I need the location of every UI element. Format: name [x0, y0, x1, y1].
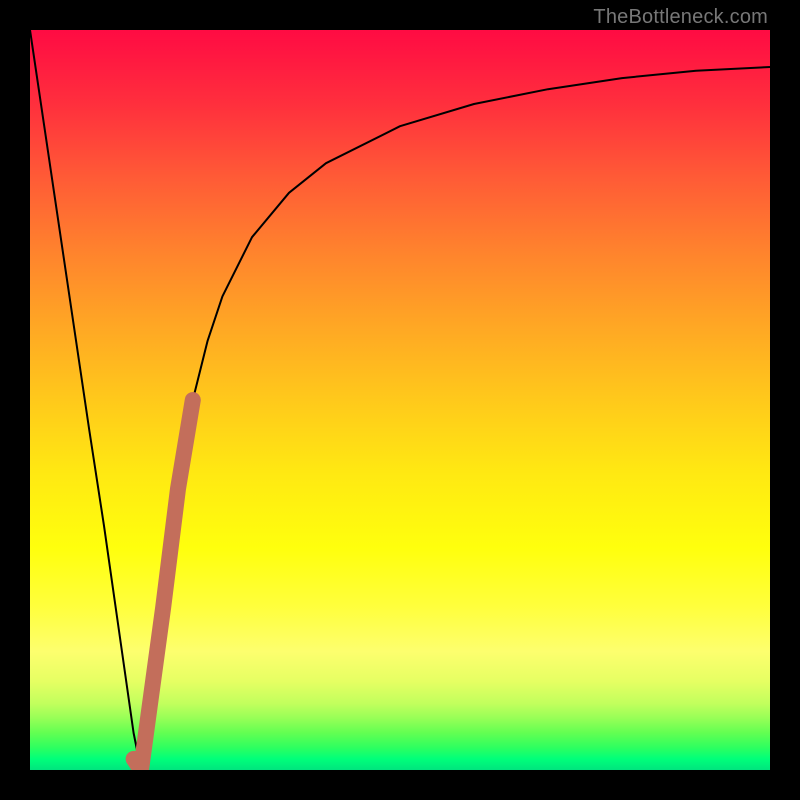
bottleneck-curve: [30, 30, 770, 770]
accent-segment: [134, 400, 193, 770]
chart-frame: TheBottleneck.com: [0, 0, 800, 800]
watermark-text: TheBottleneck.com: [593, 6, 768, 29]
curves-svg: [30, 30, 770, 770]
plot-area: [30, 30, 770, 770]
